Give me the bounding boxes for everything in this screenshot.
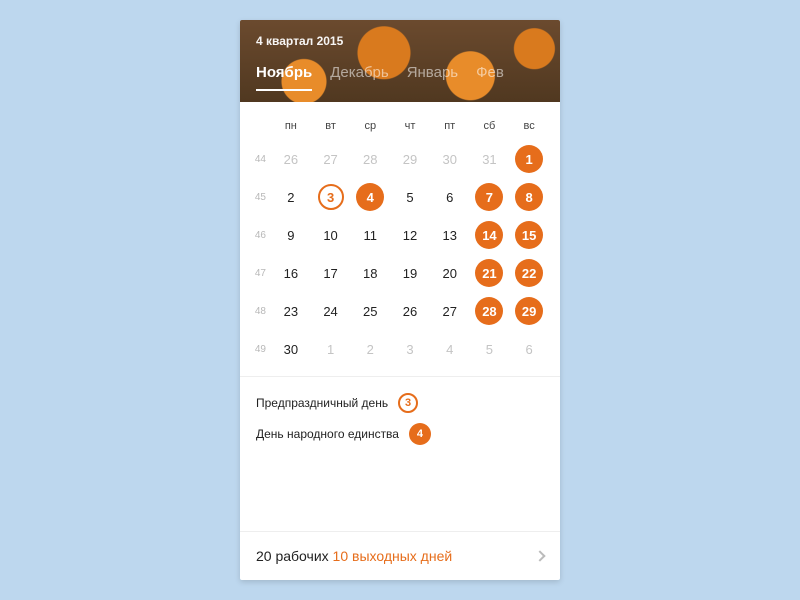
day-cell[interactable]: 22 (515, 259, 543, 287)
dow-label: вс (510, 120, 548, 132)
day-cell: 1 (317, 335, 345, 363)
legend-row: День народного единства 4 (256, 423, 544, 445)
day-cell[interactable]: 8 (515, 183, 543, 211)
day-cell[interactable]: 2 (277, 183, 305, 211)
day-cell[interactable]: 1 (515, 145, 543, 173)
day-cell[interactable]: 7 (475, 183, 503, 211)
legend-badge: 4 (409, 423, 431, 445)
chevron-right-icon (534, 550, 545, 561)
day-cell[interactable]: 24 (317, 297, 345, 325)
dow-label: пт (431, 120, 469, 132)
day-cell[interactable]: 23 (277, 297, 305, 325)
day-cell: 3 (396, 335, 424, 363)
day-cell[interactable]: 9 (277, 221, 305, 249)
day-cell[interactable]: 25 (356, 297, 384, 325)
day-cell[interactable]: 27 (436, 297, 464, 325)
day-cell: 2 (356, 335, 384, 363)
legend-badge: 3 (398, 393, 418, 413)
summary-row[interactable]: 20 рабочих 10 выходных дней (240, 531, 560, 580)
legend-row: Предпраздничный день 3 (256, 393, 544, 413)
dow-label: пн (272, 120, 310, 132)
day-cell[interactable]: 28 (475, 297, 503, 325)
day-cell[interactable]: 20 (436, 259, 464, 287)
day-cell[interactable]: 5 (396, 183, 424, 211)
dow-label: вт (312, 120, 350, 132)
day-cell: 27 (317, 145, 345, 173)
week-row: 44 26 27 28 29 30 31 1 (250, 140, 548, 178)
dow-label: ср (351, 120, 389, 132)
day-cell[interactable]: 21 (475, 259, 503, 287)
week-number: 45 (250, 192, 270, 203)
day-cell[interactable]: 12 (396, 221, 424, 249)
day-cell[interactable]: 16 (277, 259, 305, 287)
month-tabs: Ноябрь Декабрь Январь Фев (256, 64, 544, 91)
day-cell[interactable]: 17 (317, 259, 345, 287)
day-cell[interactable]: 15 (515, 221, 543, 249)
week-number: 48 (250, 306, 270, 317)
legend-label: Предпраздничный день (256, 396, 388, 410)
day-cell[interactable]: 29 (515, 297, 543, 325)
month-tab-1[interactable]: Декабрь (330, 64, 388, 91)
dow-label: сб (471, 120, 509, 132)
day-cell[interactable]: 10 (317, 221, 345, 249)
day-cell: 26 (277, 145, 305, 173)
week-row: 47 16 17 18 19 20 21 22 (250, 254, 548, 292)
dow-row: пнвтсрчтптсбвс (250, 112, 548, 140)
dow-label: чт (391, 120, 429, 132)
day-cell[interactable]: 26 (396, 297, 424, 325)
day-cell: 6 (515, 335, 543, 363)
week-number: 49 (250, 344, 270, 355)
day-cell[interactable]: 6 (436, 183, 464, 211)
day-cell[interactable]: 13 (436, 221, 464, 249)
day-cell[interactable]: 19 (396, 259, 424, 287)
quarter-label: 4 квартал 2015 (256, 34, 544, 48)
calendar-header: 4 квартал 2015 Ноябрь Декабрь Январь Фев (240, 20, 560, 102)
summary-text: 20 рабочих 10 выходных дней (256, 548, 452, 564)
calendar-grid: пнвтсрчтптсбвс44262728293031145234567846… (240, 102, 560, 376)
day-cell[interactable]: 30 (277, 335, 305, 363)
day-cell: 28 (356, 145, 384, 173)
week-number: 46 (250, 230, 270, 241)
day-cell: 5 (475, 335, 503, 363)
day-cell[interactable]: 11 (356, 221, 384, 249)
week-number: 44 (250, 154, 270, 165)
month-tab-3[interactable]: Фев (476, 64, 504, 91)
legend: Предпраздничный день 3 День народного един… (240, 376, 560, 471)
day-cell[interactable]: 14 (475, 221, 503, 249)
legend-label: День народного единства (256, 427, 399, 441)
day-cell[interactable]: 3 (318, 184, 344, 210)
day-cell: 29 (396, 145, 424, 173)
day-cell[interactable]: 4 (356, 183, 384, 211)
calendar-card: 4 квартал 2015 Ноябрь Декабрь Январь Фев пн… (240, 20, 560, 580)
week-row: 49 30 123456 (250, 330, 548, 368)
day-cell: 30 (436, 145, 464, 173)
day-cell: 4 (436, 335, 464, 363)
week-row: 46 9 10 11 12 13 14 15 (250, 216, 548, 254)
day-cell: 31 (475, 145, 503, 173)
week-row: 452345678 (250, 178, 548, 216)
week-row: 48 23 24 25 26 27 28 29 (250, 292, 548, 330)
day-cell[interactable]: 18 (356, 259, 384, 287)
month-tab-0[interactable]: Ноябрь (256, 64, 312, 91)
month-tab-2[interactable]: Январь (407, 64, 458, 91)
week-number: 47 (250, 268, 270, 279)
